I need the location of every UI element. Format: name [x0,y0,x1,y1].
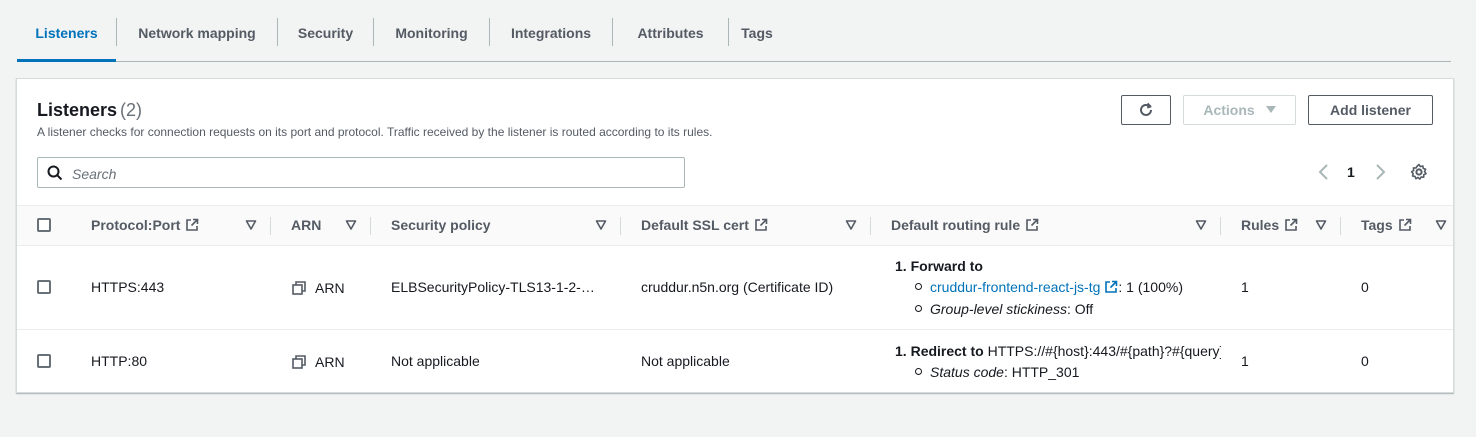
routing-step-number: 1. [895,258,907,274]
routing-step-number: 1. [895,343,907,359]
status-code-label: Status code [930,364,1004,380]
chevron-right-icon[interactable] [1373,164,1387,180]
listener-count: (2) [120,100,143,120]
column-header-security-policy[interactable]: Security policy [391,206,491,245]
stickiness-line: Group-level stickiness: Off [915,301,1093,317]
search-input[interactable] [70,158,674,189]
routing-action: Redirect to [910,343,984,359]
external-link-icon [186,218,199,231]
table-header: Protocol:Port ARN Security policy Defaul… [17,205,1453,246]
column-label: Rules [1241,217,1280,233]
arn-label: ARN [315,280,345,296]
listeners-panel: Listeners (2) A listener checks for conne… [16,78,1454,393]
external-link-icon [1398,218,1411,231]
column-header-rules[interactable]: Rules [1241,206,1298,245]
column-divider [620,217,621,235]
rules-count-link[interactable]: 1 [1241,279,1249,295]
panel-title-text: Listeners [37,100,118,120]
column-divider [1220,217,1221,235]
chevron-left-icon[interactable] [1317,164,1331,180]
routing-rule-line: 1. Forward to [895,258,1221,274]
panel-title: Listeners (2) [37,100,142,121]
redirect-target: HTTPS://#{host}:443/#{path}?#{query} [987,343,1221,359]
bullet-icon [915,305,922,312]
stickiness-label: Group-level stickiness [930,301,1067,317]
search-icon [47,165,63,181]
protocol-port-link[interactable]: HTTPS:443 [91,279,164,295]
sort-caret-icon[interactable] [1195,219,1207,231]
tab-security[interactable]: Security [278,0,373,61]
column-header-arn[interactable]: ARN [291,206,321,245]
table-row: HTTP:80 ARN Not applicable Not applicabl… [17,330,1453,392]
refresh-icon [1140,102,1152,116]
tab-listeners[interactable]: Listeners [17,0,116,62]
column-header-default-routing-rule[interactable]: Default routing rule [891,206,1039,245]
tab-attributes[interactable]: Attributes [613,0,728,61]
select-all-checkbox[interactable] [37,218,51,232]
row-checkbox[interactable] [37,280,51,294]
security-policy-value: Not applicable [391,353,480,369]
arn-label: ARN [315,354,345,370]
bullet-icon [915,283,922,290]
column-label: Tags [1361,217,1393,233]
column-divider [370,217,371,235]
protocol-port-link[interactable]: HTTP:80 [91,353,147,369]
status-code-value: : HTTP_301 [1003,364,1080,380]
target-group-line: cruddur-frontend-react-js-tg : 1 (100%) [915,279,1183,295]
routing-rule-line: 1. Redirect to HTTPS://#{host}:443/#{pat… [895,343,1221,359]
row-checkbox[interactable] [37,354,51,368]
tab-bar: Listeners Network mapping Security Monit… [17,0,1451,62]
tags-count-link[interactable]: 0 [1361,279,1369,295]
column-label: Protocol:Port [91,217,181,233]
column-header-default-ssl-cert[interactable]: Default SSL cert [641,206,768,245]
actions-button[interactable]: Actions [1183,95,1296,125]
rules-count-link[interactable]: 1 [1241,353,1249,369]
table-row: HTTPS:443 ARN ELBSecurityPolicy-TLS13-1-… [17,245,1453,330]
target-weight: : 1 (100%) [1118,279,1183,295]
caret-down-icon [1265,106,1276,113]
column-header-tags[interactable]: Tags [1361,206,1412,245]
add-listener-button[interactable]: Add listener [1308,95,1433,125]
routing-action: Forward to [910,258,983,274]
tab-tags[interactable]: Tags [729,0,785,61]
column-divider [1340,217,1341,235]
column-divider [870,217,871,235]
column-header-protocol-port[interactable]: Protocol:Port [91,206,199,245]
bullet-icon [915,368,922,375]
ssl-cert-link[interactable]: cruddur.n5n.org (Certificate ID) [641,279,851,295]
refresh-button[interactable] [1121,95,1171,125]
search-field [37,157,685,189]
sort-caret-icon[interactable] [595,219,607,231]
sort-caret-icon[interactable] [1435,219,1447,231]
sort-caret-icon[interactable] [1315,219,1327,231]
copy-icon[interactable] [292,355,306,369]
column-label: Default SSL cert [641,217,749,233]
external-link-icon [755,218,768,231]
tab-network-mapping[interactable]: Network mapping [117,0,277,61]
column-label: Default routing rule [891,217,1021,233]
security-policy-value: ELBSecurityPolicy-TLS13-1-2-2021-06 [391,279,597,295]
sort-caret-icon[interactable] [245,219,257,231]
tab-monitoring[interactable]: Monitoring [374,0,489,61]
external-link-icon [1285,218,1298,231]
settings-gear-icon[interactable] [1410,163,1428,181]
target-group-link[interactable]: cruddur-frontend-react-js-tg [930,279,1100,295]
sort-caret-icon[interactable] [345,219,357,231]
panel-description: A listener checks for connection request… [37,125,713,139]
status-code-line: Status code: HTTP_301 [915,364,1079,380]
external-link-icon [1026,218,1039,231]
tab-integrations[interactable]: Integrations [490,0,612,61]
copy-icon[interactable] [292,281,306,295]
column-divider [270,217,271,235]
tags-count-link[interactable]: 0 [1361,353,1369,369]
actions-label: Actions [1203,102,1255,118]
external-link-icon[interactable] [1104,280,1118,294]
sort-caret-icon[interactable] [845,219,857,231]
page-number[interactable]: 1 [1347,164,1355,180]
ssl-cert-value: Not applicable [641,353,730,369]
stickiness-value: : Off [1066,301,1094,317]
